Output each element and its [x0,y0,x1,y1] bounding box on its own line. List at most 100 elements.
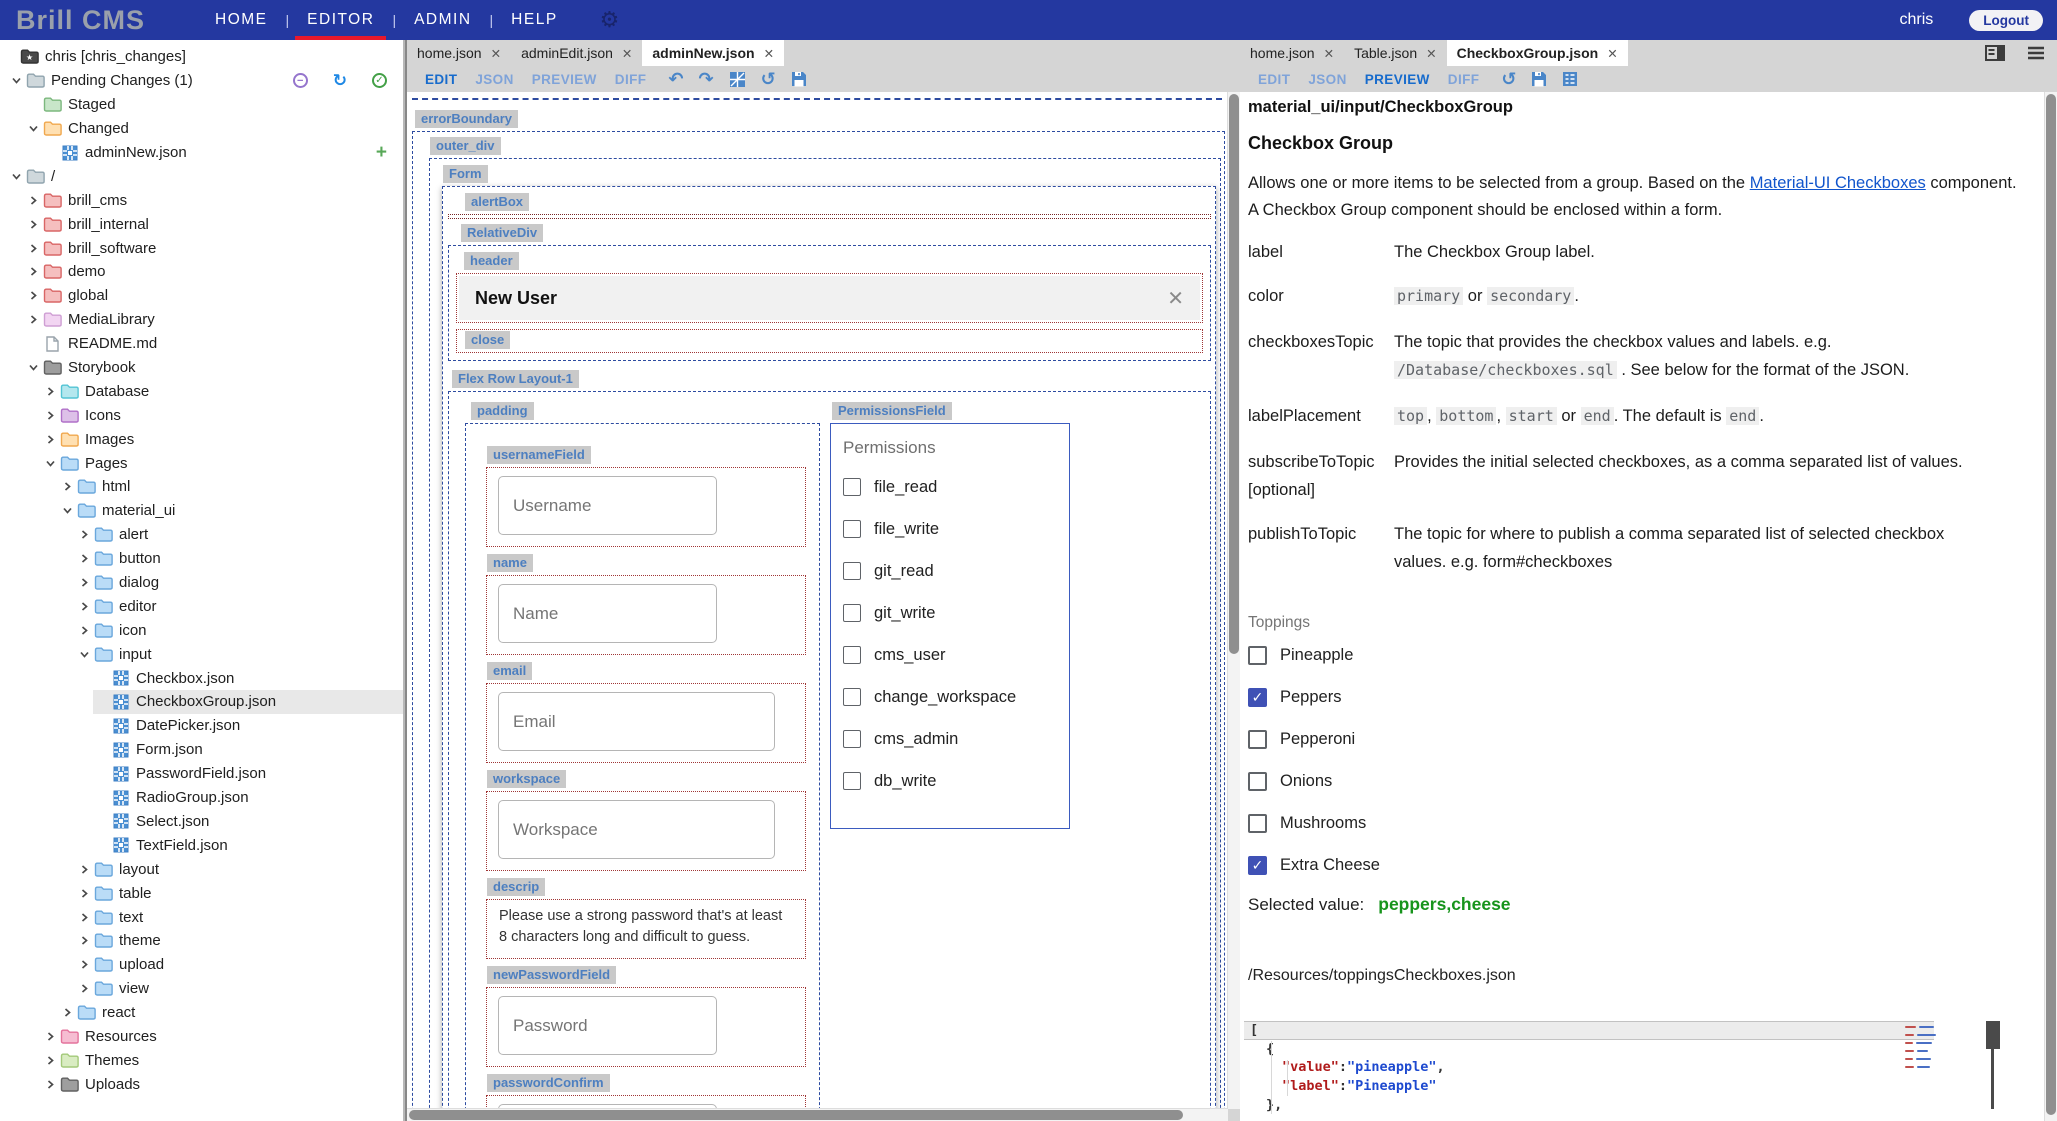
input-usernamefield[interactable] [498,476,717,535]
scroll-thumb[interactable] [409,1110,1183,1120]
tree-item-datepicker-json[interactable]: DatePicker.json [0,714,403,738]
history-icon[interactable]: ↺ [1501,70,1516,88]
redo-icon[interactable]: ↷ [698,70,713,88]
topping-peppers[interactable]: ✓Peppers [1248,676,2035,718]
chevron-right-icon[interactable] [59,481,76,492]
tree-item-editor[interactable]: editor [0,594,403,618]
input-newpasswordfield[interactable] [498,996,717,1055]
save-icon[interactable] [1531,71,1547,87]
chevron-down-icon[interactable] [25,362,42,373]
tree-item-checkbox-json[interactable]: Checkbox.json [0,666,403,690]
tree-item-material-ui[interactable]: material_ui [0,499,403,523]
checkbox-unchecked[interactable] [843,604,861,622]
mode-diff[interactable]: DIFF [615,72,647,87]
chevron-right-icon[interactable] [76,959,93,970]
tree-item-pages[interactable]: Pages [0,451,403,475]
mode-json[interactable]: JSON [475,72,513,87]
tab-close-icon[interactable]: ✕ [764,46,774,61]
tree-item-dialog[interactable]: dialog [0,571,403,595]
material-ui-checkboxes-link[interactable]: Material-UI Checkboxes [1750,174,1926,192]
chevron-right-icon[interactable] [25,195,42,206]
tree-item-readme-md[interactable]: README.md [0,332,403,356]
chevron-right-icon[interactable] [42,1079,59,1090]
tree-item-radiogroup-json[interactable]: RadioGroup.json [0,786,403,810]
checkbox-item-file_write[interactable]: file_write [843,508,1069,550]
topping-extra-cheese[interactable]: ✓Extra Cheese [1248,844,2035,886]
tab-home-json[interactable]: home.json✕ [1240,40,1344,66]
checkbox-item-cms_admin[interactable]: cms_admin [843,718,1069,760]
tab-checkboxgroup-json[interactable]: CheckboxGroup.json✕ [1447,40,1628,66]
topping-pineapple[interactable]: Pineapple [1248,634,2035,676]
chevron-down-icon[interactable] [76,649,93,660]
checkbox-unchecked[interactable] [1248,730,1267,749]
tab-close-icon[interactable]: ✕ [622,46,632,61]
tree-item-resources[interactable]: Resources [0,1025,403,1049]
menu-icon[interactable] [2027,46,2045,60]
tree-item-select-json[interactable]: Select.json [0,810,403,834]
tree-item-text[interactable]: text [0,905,403,929]
chevron-right-icon[interactable] [42,1055,59,1066]
input-workspace[interactable] [498,800,775,859]
chevron-down-icon[interactable] [42,458,59,469]
chevron-right-icon[interactable] [76,529,93,540]
chevron-right-icon[interactable] [25,266,42,277]
tree-item-chris-chris-changes-[interactable]: ★chris [chris_changes] [0,45,403,69]
chevron-down-icon[interactable] [25,123,42,134]
tree-item-global[interactable]: global [0,284,403,308]
checkbox-checked[interactable]: ✓ [1248,856,1267,875]
gear-icon[interactable]: ⚙ [600,7,620,33]
tab-close-icon[interactable]: ✕ [1324,46,1334,61]
chevron-right-icon[interactable] [76,888,93,899]
chevron-right-icon[interactable] [76,553,93,564]
scroll-thumb[interactable] [1229,94,1239,654]
topping-mushrooms[interactable]: Mushrooms [1248,802,2035,844]
chevron-down-icon[interactable] [59,505,76,516]
history-icon[interactable]: ↺ [761,70,776,88]
chevron-right-icon[interactable] [76,601,93,612]
checkbox-unchecked[interactable] [843,646,861,664]
checkbox-item-db_write[interactable]: db_write [843,760,1069,802]
tree-item-upload[interactable]: upload [0,953,403,977]
code-scrollbar[interactable] [1986,1021,2000,1111]
undo-icon[interactable]: ↶ [668,70,683,88]
save-icon[interactable] [791,71,807,87]
tree-item-medialibrary[interactable]: MediaLibrary [0,308,403,332]
tree-item-theme[interactable]: theme [0,929,403,953]
tree-item-view[interactable]: view [0,977,403,1001]
chevron-right-icon[interactable] [76,625,93,636]
nav-item-home[interactable]: HOME [207,0,276,40]
mode-diff[interactable]: DIFF [1448,72,1480,87]
tree-item-demo[interactable]: demo [0,260,403,284]
tree-item-alert[interactable]: alert [0,523,403,547]
chevron-down-icon[interactable] [8,75,25,86]
revert-change-icon[interactable]: − [293,73,308,88]
refresh-icon[interactable]: ↻ [333,71,347,91]
json-code-editor[interactable]: [{"value": "pineapple","label": "Pineapp… [1244,1021,2014,1114]
tree-item-changed[interactable]: Changed [0,117,403,141]
tree-item-staged[interactable]: Staged [0,93,403,117]
nav-item-editor[interactable]: EDITOR [299,0,382,40]
nav-item-help[interactable]: HELP [503,0,566,40]
checkbox-unchecked[interactable] [843,478,861,496]
mode-preview[interactable]: PREVIEW [532,72,597,87]
tab-table-json[interactable]: Table.json✕ [1344,40,1447,66]
checkbox-item-git_write[interactable]: git_write [843,592,1069,634]
checkbox-unchecked[interactable] [1248,772,1267,791]
tree-item-pending-changes-1-[interactable]: Pending Changes (1)−↻✓ [0,69,403,93]
chevron-right-icon[interactable] [76,912,93,923]
form-view-icon[interactable] [1562,71,1578,87]
checkbox-unchecked[interactable] [843,562,861,580]
tree-item-icon[interactable]: icon [0,618,403,642]
mode-json[interactable]: JSON [1308,72,1346,87]
tree-item-button[interactable]: button [0,547,403,571]
tree-item-layout[interactable]: layout [0,857,403,881]
checkbox-checked[interactable]: ✓ [1248,688,1267,707]
mode-preview[interactable]: PREVIEW [1365,72,1430,87]
tab-close-icon[interactable]: ✕ [1607,46,1617,61]
tree-item-checkboxgroup-json[interactable]: CheckboxGroup.json [0,690,403,714]
tree-item-table[interactable]: table [0,881,403,905]
chevron-right-icon[interactable] [76,864,93,875]
commit-check-icon[interactable]: ✓ [372,73,387,88]
checkbox-unchecked[interactable] [1248,646,1267,665]
chevron-down-icon[interactable] [8,171,25,182]
